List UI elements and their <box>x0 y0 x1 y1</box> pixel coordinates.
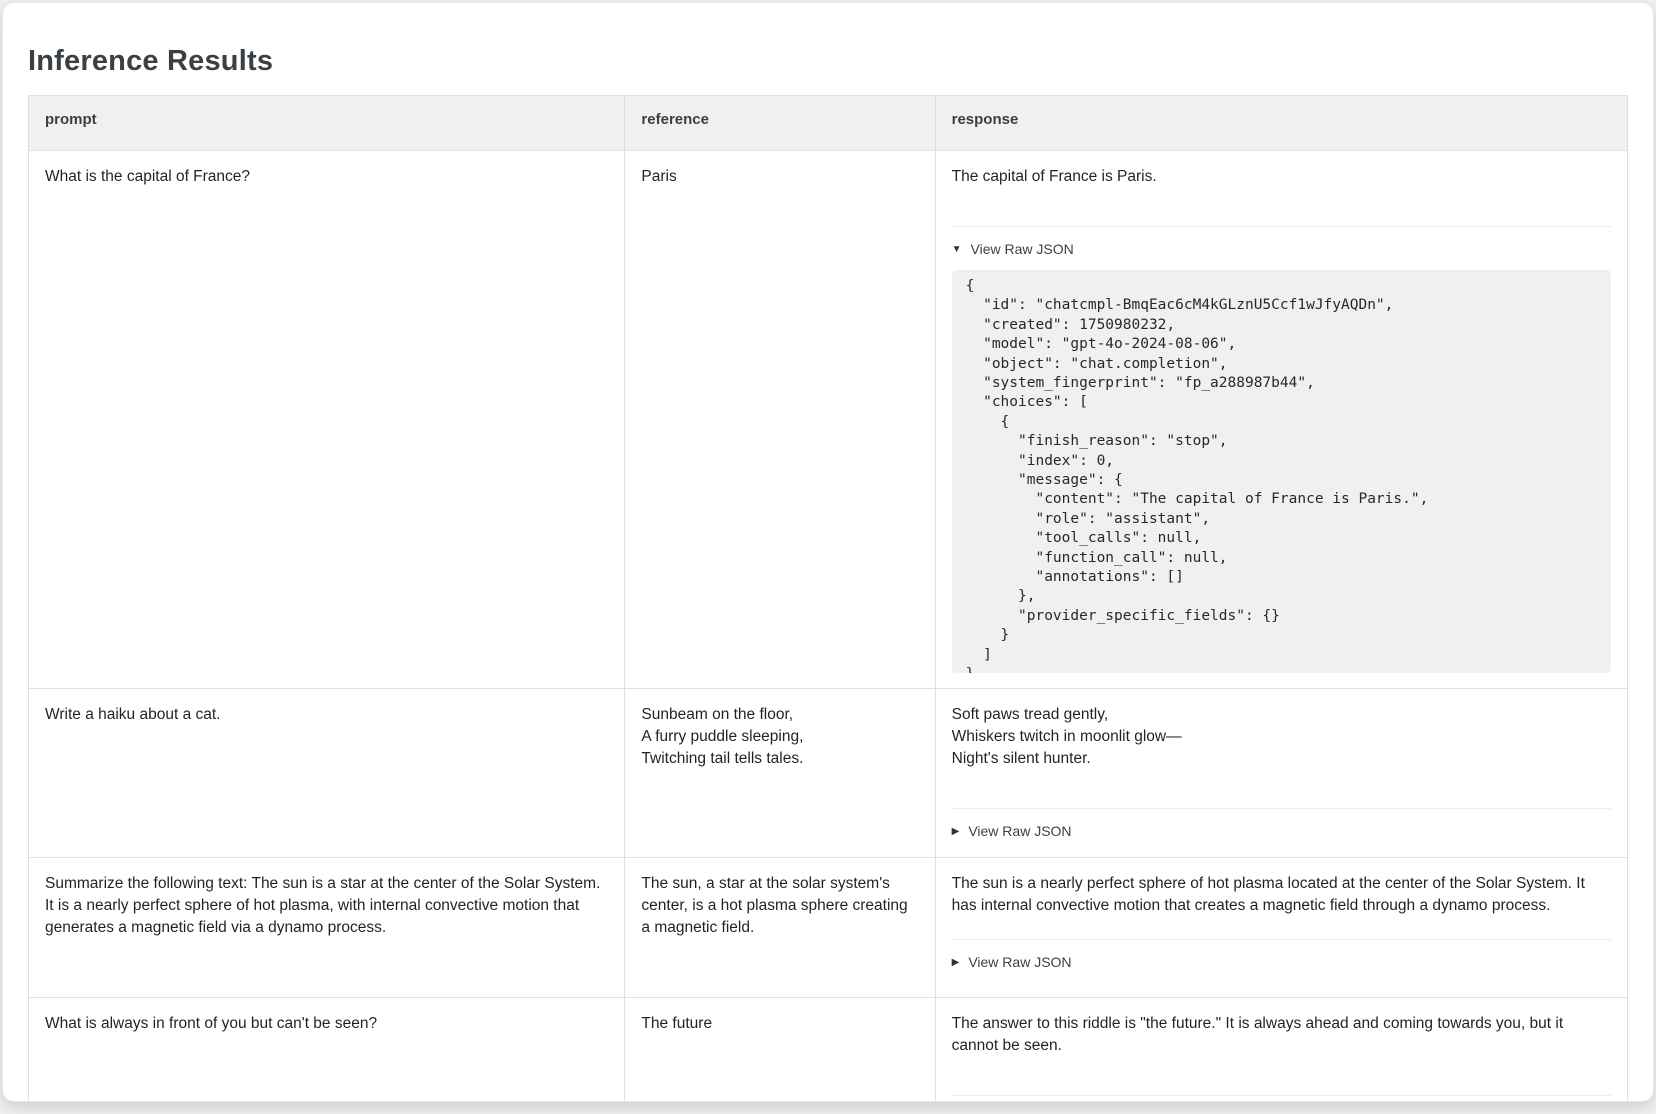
prompt-cell: Write a haiku about a cat. <box>29 688 625 857</box>
column-header-prompt: prompt <box>29 96 625 151</box>
view-raw-json-label: View Raw JSON <box>968 822 1071 842</box>
divider <box>952 808 1611 809</box>
page-title: Inference Results <box>28 45 1628 78</box>
response-text: The sun is a nearly perfect sphere of ho… <box>952 873 1611 917</box>
reference-text: The future <box>641 1013 918 1035</box>
view-raw-json-toggle[interactable]: ▶ View Raw JSON <box>952 953 1611 973</box>
reference-cell: The future <box>625 997 935 1102</box>
table-row: What is the capital of France? Paris The… <box>29 151 1628 689</box>
column-header-response: response <box>935 96 1627 151</box>
view-raw-json-label: View Raw JSON <box>971 240 1074 260</box>
response-text: The capital of France is Paris. <box>952 166 1611 188</box>
prompt-cell: What is the capital of France? <box>29 151 625 689</box>
response-text: Soft paws tread gently, Whiskers twitch … <box>952 704 1611 770</box>
response-cell: The capital of France is Paris. ▼ View R… <box>935 151 1627 689</box>
raw-json-block: { "id": "chatcmpl-BmqEac6cM4kGLznU5Ccf1w… <box>952 270 1611 673</box>
response-cell: Soft paws tread gently, Whiskers twitch … <box>935 688 1627 857</box>
table-row: Summarize the following text: The sun is… <box>29 857 1628 997</box>
results-card: Inference Results prompt reference respo… <box>2 2 1654 1102</box>
results-table: prompt reference response What is the ca… <box>28 95 1628 1102</box>
divider <box>952 939 1611 940</box>
prompt-text: What is always in front of you but can't… <box>45 1013 608 1035</box>
column-header-reference: reference <box>625 96 935 151</box>
reference-cell: The sun, a star at the solar system's ce… <box>625 857 935 997</box>
divider <box>952 1095 1611 1096</box>
triangle-down-icon: ▼ <box>952 245 962 255</box>
header-row: prompt reference response <box>29 96 1628 151</box>
prompt-text: What is the capital of France? <box>45 166 608 188</box>
response-cell: The sun is a nearly perfect sphere of ho… <box>935 857 1627 997</box>
view-raw-json-toggle[interactable]: ▼ View Raw JSON <box>952 240 1611 260</box>
prompt-cell: Summarize the following text: The sun is… <box>29 857 625 997</box>
prompt-text: Summarize the following text: The sun is… <box>45 873 608 939</box>
triangle-right-icon: ▶ <box>952 827 960 837</box>
reference-cell: Sunbeam on the floor, A furry puddle sle… <box>625 688 935 857</box>
triangle-right-icon: ▶ <box>952 958 960 968</box>
response-cell: The answer to this riddle is "the future… <box>935 997 1627 1102</box>
reference-text: Sunbeam on the floor, A furry puddle sle… <box>641 704 918 770</box>
view-raw-json-toggle[interactable]: ▶ View Raw JSON <box>952 822 1611 842</box>
divider <box>952 226 1611 227</box>
prompt-text: Write a haiku about a cat. <box>45 704 608 726</box>
response-text: The answer to this riddle is "the future… <box>952 1013 1611 1057</box>
prompt-cell: What is always in front of you but can't… <box>29 997 625 1102</box>
table-row: What is always in front of you but can't… <box>29 997 1628 1102</box>
reference-cell: Paris <box>625 151 935 689</box>
reference-text: Paris <box>641 166 918 188</box>
view-raw-json-label: View Raw JSON <box>968 953 1071 973</box>
reference-text: The sun, a star at the solar system's ce… <box>641 873 918 939</box>
table-row: Write a haiku about a cat. Sunbeam on th… <box>29 688 1628 857</box>
